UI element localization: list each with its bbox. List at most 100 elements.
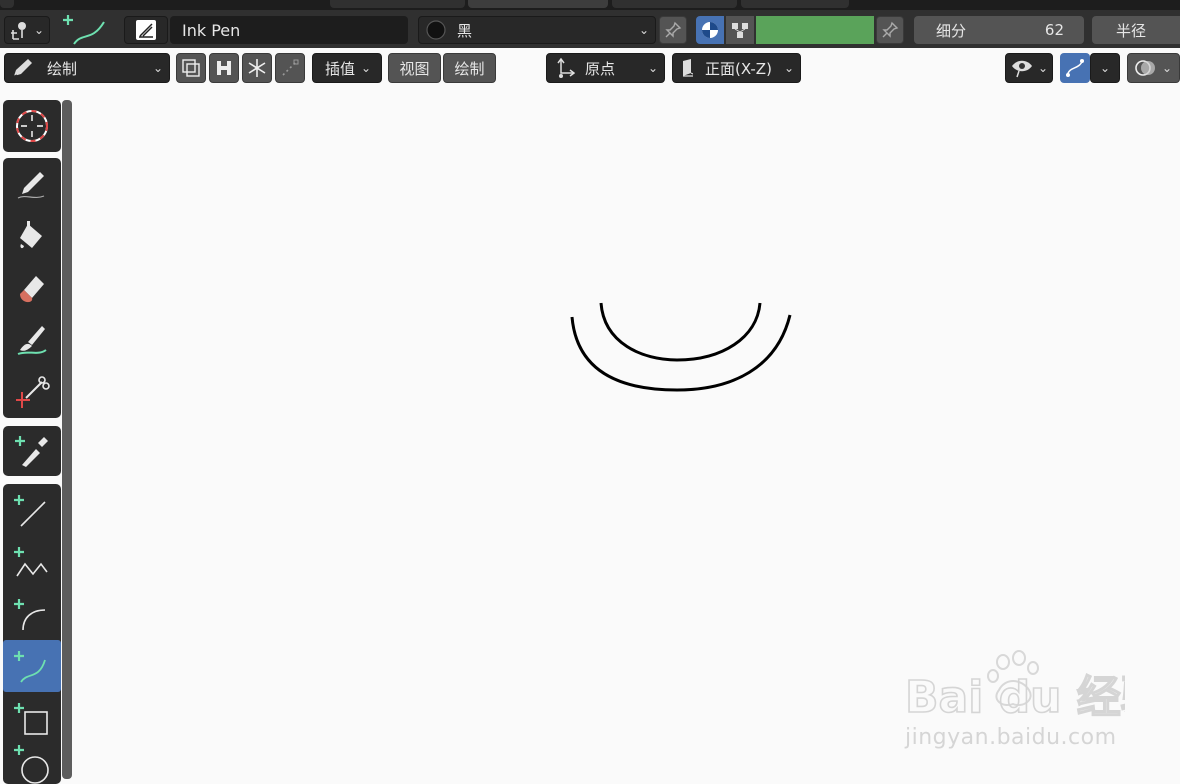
chevron-down-icon: ⌄ <box>638 23 649 37</box>
tool-group-primitives <box>3 484 61 784</box>
workspace-tab[interactable] <box>741 0 849 8</box>
tool-fill[interactable] <box>3 210 61 262</box>
mode-label: 绘制 <box>47 59 78 78</box>
chevron-down-icon: ⌄ <box>152 61 163 75</box>
orientation-label: 正面(X-Z) <box>705 59 772 78</box>
tool-arc[interactable] <box>3 588 61 640</box>
gizmo-menu[interactable]: ⌄ <box>1090 53 1120 83</box>
curve-plus-icon <box>14 651 46 683</box>
tool-circle[interactable] <box>3 744 61 784</box>
tool-group-cursor <box>3 100 61 152</box>
overlay-circles-icon <box>1135 60 1155 76</box>
tool-tint[interactable] <box>3 314 61 366</box>
hammer-icon <box>217 61 231 75</box>
vertex-color-icon <box>732 23 748 38</box>
tool-line[interactable] <box>3 484 61 536</box>
pen-nib-icon <box>136 20 156 40</box>
tool-settings-header: ⌄ Ink Pen 黑 ⌄ 细分 62 半径 <box>0 10 1180 48</box>
radius-slider[interactable]: 半径 <box>1092 16 1180 44</box>
brush-name-field[interactable]: Ink Pen <box>170 16 408 44</box>
brush-tint-icon <box>17 326 47 355</box>
subdivision-label: 细分 <box>936 21 967 40</box>
color-mode-vertex-button[interactable] <box>726 16 754 44</box>
chevron-down-icon: ⌄ <box>647 61 658 75</box>
baidu-logo-icon: Bai du 经验 <box>904 650 1166 724</box>
pin-people-icon <box>10 22 26 40</box>
tool-draw[interactable] <box>3 158 61 210</box>
viewport-header: 绘制 ⌄ 插值 ⌄ 视图 绘制 原点 ⌄ 正面(X-Z) ⌄ ⌄ ⌄ ⌄ <box>0 48 1180 88</box>
paint-bucket-icon <box>20 221 42 249</box>
view-menu[interactable]: 视图 <box>388 53 441 83</box>
draw-menu[interactable]: 绘制 <box>443 53 496 83</box>
eye-icon <box>1011 60 1032 78</box>
outer-arc-stroke <box>570 314 792 392</box>
tool-cursor[interactable] <box>3 100 61 152</box>
overlay-menu[interactable]: ⌄ <box>1127 53 1180 83</box>
curve-handles-icon <box>1066 59 1084 77</box>
workspace-tab[interactable] <box>330 0 465 8</box>
line-plus-icon <box>14 495 46 527</box>
workspace-tab[interactable] <box>612 0 737 8</box>
snowflake-icon <box>248 59 266 77</box>
transform-axes-icon <box>557 57 575 78</box>
box-plus-icon <box>14 703 48 735</box>
material-name: 黑 <box>457 21 473 40</box>
cursor-crosshair-icon <box>16 110 48 142</box>
tool-polyline[interactable] <box>3 536 61 588</box>
toolbar-scrollbar[interactable] <box>62 100 72 779</box>
vertex-color-swatch[interactable] <box>756 16 874 44</box>
tool-curve[interactable] <box>3 640 61 692</box>
scissors-cut-icon <box>16 376 50 408</box>
color-mode-material-button[interactable] <box>696 16 724 44</box>
chevron-down-icon: ⌄ <box>361 61 372 75</box>
chevron-down-icon: ⌄ <box>1037 61 1049 75</box>
radius-label: 半径 <box>1116 21 1147 40</box>
material-sphere-icon <box>426 20 446 40</box>
material-mode-icon <box>702 22 718 38</box>
orientation-selector[interactable]: 正面(X-Z) ⌄ <box>672 53 801 83</box>
pen-draw-icon <box>17 172 45 199</box>
visibility-menu[interactable]: ⌄ <box>1005 53 1053 83</box>
tool-eyedropper[interactable] <box>3 426 61 476</box>
chevron-down-icon: ⌄ <box>1099 61 1111 75</box>
inner-arc-stroke <box>599 302 762 362</box>
copy-layers-icon <box>182 59 200 77</box>
interpolate-label: 插值 <box>325 59 356 78</box>
mode-selector[interactable]: 绘制 ⌄ <box>4 53 170 83</box>
workspace-tabs-bar <box>0 0 1180 10</box>
pencil-icon <box>13 59 32 77</box>
gizmo-toggle[interactable] <box>1060 53 1090 83</box>
subdivision-value: 62 <box>1044 21 1064 39</box>
brush-preview[interactable] <box>62 12 112 46</box>
subdivision-slider[interactable]: 细分 62 <box>914 16 1084 44</box>
workspace-tab-active[interactable] <box>468 0 608 8</box>
automerge-button[interactable] <box>209 53 239 83</box>
pin-icon <box>882 21 899 38</box>
chevron-down-icon: ⌄ <box>1162 61 1173 75</box>
pin-color-button[interactable] <box>876 16 904 44</box>
tool-group-sample <box>3 426 61 476</box>
tool-box[interactable] <box>3 692 61 744</box>
plane-icon <box>683 59 694 77</box>
freeze-button[interactable] <box>242 53 272 83</box>
pin-icon <box>665 21 682 38</box>
workspace-tab[interactable] <box>0 0 14 8</box>
guide-button[interactable] <box>275 53 305 83</box>
editor-type-menu[interactable]: ⌄ <box>4 16 50 44</box>
watermark-logo-text: Bai du 经验 <box>905 672 1125 723</box>
brush-browse-button[interactable] <box>124 16 168 44</box>
pin-material-button[interactable] <box>659 16 687 44</box>
tool-cutter[interactable] <box>3 366 61 418</box>
origin-selector[interactable]: 原点 ⌄ <box>546 53 665 83</box>
tool-group-paint <box>3 158 61 418</box>
eyedropper-plus-icon <box>15 436 48 467</box>
multiframe-button[interactable] <box>176 53 206 83</box>
polyline-plus-icon <box>14 547 48 577</box>
material-selector[interactable]: 黑 ⌄ <box>418 16 656 44</box>
tool-erase[interactable] <box>3 262 61 314</box>
origin-label: 原点 <box>585 59 616 78</box>
arc-plus-icon <box>14 599 46 631</box>
chevron-down-icon: ⌄ <box>33 23 45 37</box>
interpolate-menu[interactable]: 插值 ⌄ <box>312 53 382 83</box>
circle-plus-icon <box>14 745 49 784</box>
